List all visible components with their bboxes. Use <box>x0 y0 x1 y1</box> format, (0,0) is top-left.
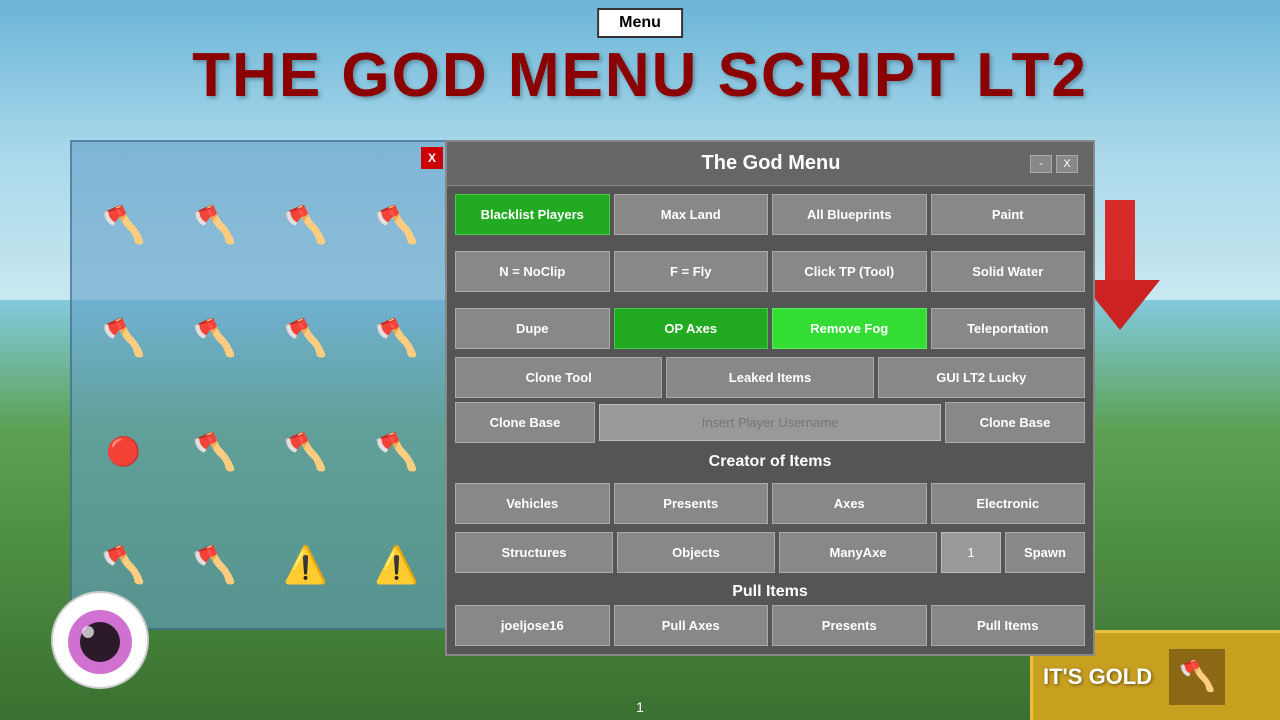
presents-button[interactable]: Presents <box>614 483 769 524</box>
noclip-button[interactable]: N = NoClip <box>455 251 610 292</box>
axe-item: 🪓 <box>173 172 256 278</box>
blacklist-players-button[interactable]: Blacklist Players <box>455 194 610 235</box>
manyaxe-button[interactable]: ManyAxe <box>779 532 937 573</box>
axe-item: 🪓 <box>173 399 256 505</box>
gui-lt2-lucky-button[interactable]: GUI LT2 Lucky <box>878 357 1085 398</box>
all-blueprints-button[interactable]: All Blueprints <box>772 194 927 235</box>
eye-decoration <box>50 590 150 690</box>
left-panel-close[interactable]: X <box>421 147 443 169</box>
dialog-controls: - X <box>1030 155 1078 173</box>
click-tp-button[interactable]: Click TP (Tool) <box>772 251 927 292</box>
axe-item: ⚠️ <box>264 513 347 619</box>
player-username-input[interactable] <box>599 404 941 441</box>
menu-top-button[interactable]: Menu <box>597 8 683 38</box>
structures-button[interactable]: Structures <box>455 532 613 573</box>
spawn-row: Structures Objects ManyAxe Spawn <box>447 532 1093 577</box>
creator-section-header: Creator of Items <box>447 447 1093 475</box>
button-row-1: Blacklist Players Max Land All Blueprint… <box>447 186 1093 243</box>
electronic-button[interactable]: Electronic <box>931 483 1086 524</box>
axe-item: 🪓 <box>82 286 165 392</box>
pull-section-header: Pull Items <box>447 577 1093 605</box>
axe-item: 🪓 <box>173 513 256 619</box>
page-number: 1 <box>636 699 644 715</box>
minimize-button[interactable]: - <box>1030 155 1052 173</box>
page-title: THE GOD MENU SCRIPT LT2 <box>0 40 1280 111</box>
clone-base-button-left[interactable]: Clone Base <box>455 402 595 443</box>
axe-item: 🪓 <box>264 286 347 392</box>
pull-axes-button[interactable]: Pull Axes <box>614 605 769 646</box>
paint-button[interactable]: Paint <box>931 194 1086 235</box>
solid-water-button[interactable]: Solid Water <box>931 251 1086 292</box>
dialog-titlebar: The God Menu - X <box>447 142 1093 186</box>
axe-item: 🪓 <box>173 286 256 392</box>
max-land-button[interactable]: Max Land <box>614 194 769 235</box>
dialog-title: The God Menu <box>512 152 1030 175</box>
axe-item: 🪓 <box>355 286 438 392</box>
axe-item: 🪓 <box>355 172 438 278</box>
remove-fog-button[interactable]: Remove Fog <box>772 308 927 349</box>
axes-button[interactable]: Axes <box>772 483 927 524</box>
spawn-button[interactable]: Spawn <box>1005 532 1085 573</box>
axes-area: 🪓 🪓 🪓 🪓 🪓 🪓 🪓 🪓 🔴 🪓 🪓 🪓 🪓 🪓 ⚠️ ⚠️ <box>72 142 448 628</box>
objects-button[interactable]: Objects <box>617 532 775 573</box>
axe-item: ⚠️ <box>355 513 438 619</box>
axe-item: 🪓 <box>82 172 165 278</box>
clone-base-button-right[interactable]: Clone Base <box>945 402 1085 443</box>
axe-item: 🔴 <box>82 399 165 505</box>
pull-items-button[interactable]: Pull Items <box>931 605 1086 646</box>
leaked-items-button[interactable]: Leaked Items <box>666 357 873 398</box>
op-axes-button[interactable]: OP Axes <box>614 308 769 349</box>
axe-item: 🪓 <box>264 399 347 505</box>
pull-section: joeljose16 Pull Axes Presents Pull Items <box>447 605 1093 654</box>
axe-item: 🪓 <box>264 172 347 278</box>
clone-base-row: Clone Base Clone Base <box>447 402 1093 447</box>
dupe-button[interactable]: Dupe <box>455 308 610 349</box>
left-panel: X 🪓 🪓 🪓 🪓 🪓 🪓 🪓 🪓 🔴 🪓 🪓 🪓 🪓 🪓 ⚠️ ⚠️ <box>70 140 450 630</box>
button-row-2: N = NoClip F = Fly Click TP (Tool) Solid… <box>447 243 1093 300</box>
gold-axe-icon: 🪓 <box>1167 647 1227 707</box>
creator-row-1: Vehicles Presents Axes Electronic <box>447 475 1093 532</box>
main-dialog: The God Menu - X Blacklist Players Max L… <box>445 140 1095 656</box>
teleportation-button[interactable]: Teleportation <box>931 308 1086 349</box>
vehicles-button[interactable]: Vehicles <box>455 483 610 524</box>
clone-tool-button[interactable]: Clone Tool <box>455 357 662 398</box>
button-row-4: Clone Tool Leaked Items GUI LT2 Lucky <box>447 357 1093 402</box>
gold-label: IT'S GOLD <box>1043 664 1152 690</box>
pull-row: joeljose16 Pull Axes Presents Pull Items <box>455 605 1085 646</box>
button-row-3: Dupe OP Axes Remove Fog Teleportation <box>447 300 1093 357</box>
axe-item: 🪓 <box>355 399 438 505</box>
fly-button[interactable]: F = Fly <box>614 251 769 292</box>
quantity-input[interactable] <box>941 532 1001 573</box>
pull-presents-button[interactable]: Presents <box>772 605 927 646</box>
joeljose-button[interactable]: joeljose16 <box>455 605 610 646</box>
close-button[interactable]: X <box>1056 155 1078 173</box>
